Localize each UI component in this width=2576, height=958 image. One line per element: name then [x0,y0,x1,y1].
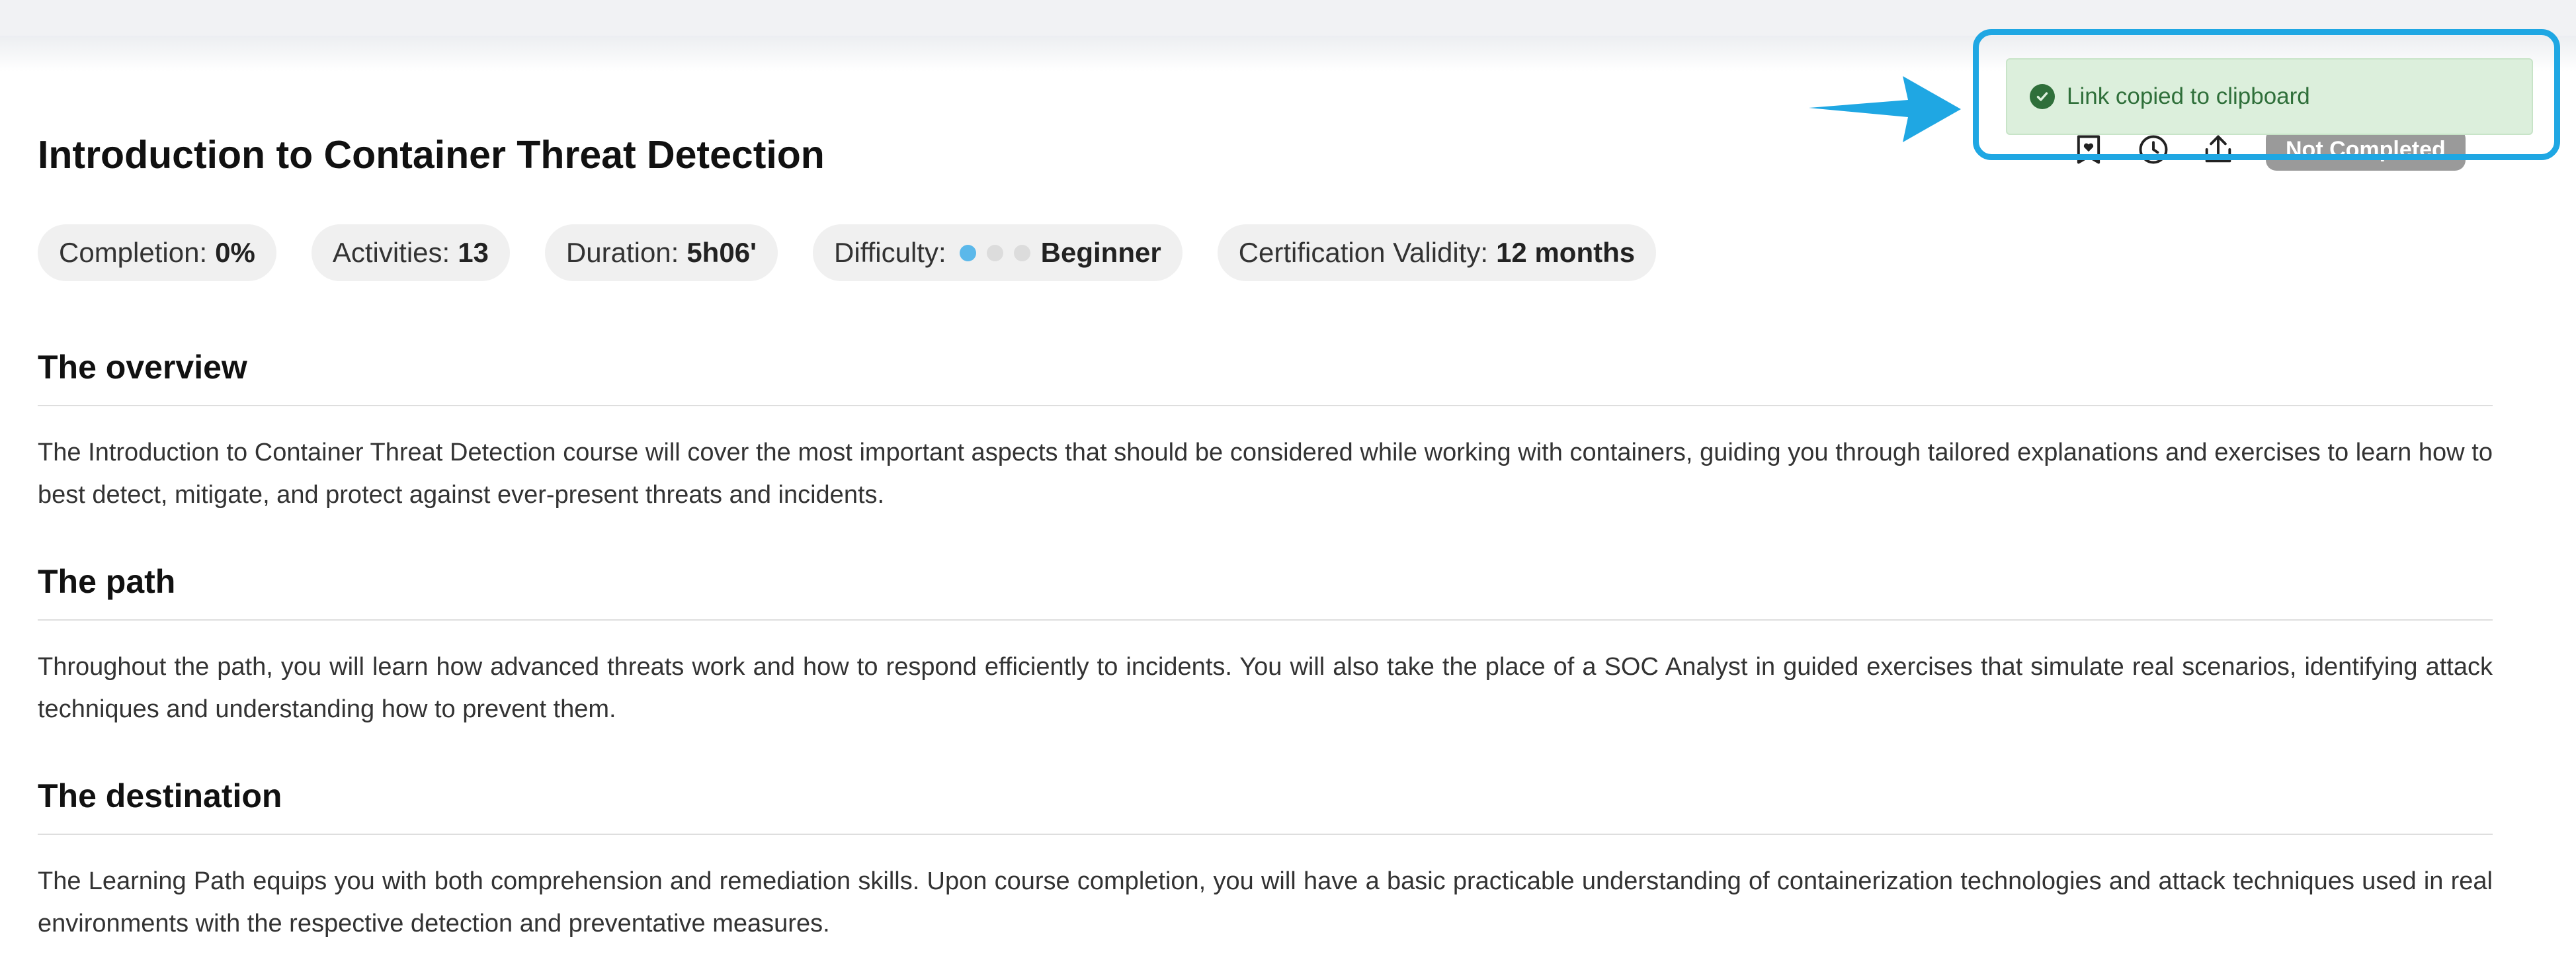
difficulty-chip: Difficulty: Beginner [813,224,1183,281]
section-body: The Learning Path equips you with both c… [38,867,2493,937]
difficulty-dot [986,244,1003,261]
activities-label: Activities: [332,237,450,268]
completion-value: 0% [215,237,255,268]
section-heading: The overview [38,348,2493,406]
stats-row: Completion: 0% Activities: 13 Duration: … [38,224,1657,281]
certification-chip: Certification Validity: 12 months [1217,224,1657,281]
activities-value: 13 [458,237,489,268]
completion-chip: Completion: 0% [38,224,276,281]
highlight-annotation [1973,29,2560,160]
annotation-arrow-icon [1809,76,1961,142]
section-body: The Introduction to Container Threat Det… [38,439,2493,509]
difficulty-value: Beginner [1040,237,1161,268]
certification-label: Certification Validity: [1238,237,1489,268]
certification-value: 12 months [1496,237,1636,268]
difficulty-label: Difficulty: [834,237,946,268]
path-section: The path Throughout the path, you will l… [38,562,2493,730]
difficulty-dots [959,244,1030,261]
overview-section: The overview The Introduction to Contain… [38,348,2493,516]
difficulty-dot [1013,244,1030,261]
page-title: Introduction to Container Threat Detecti… [38,133,825,177]
section-heading: The destination [38,777,2493,835]
duration-value: 5h06' [686,237,757,268]
section-body: Throughout the path, you will learn how … [38,653,2493,723]
duration-chip: Duration: 5h06' [544,224,778,281]
difficulty-dot [959,244,976,261]
section-heading: The path [38,562,2493,621]
duration-label: Duration: [565,237,679,268]
destination-section: The destination The Learning Path equips… [38,777,2493,945]
activities-chip: Activities: 13 [311,224,510,281]
completion-label: Completion: [59,237,208,268]
